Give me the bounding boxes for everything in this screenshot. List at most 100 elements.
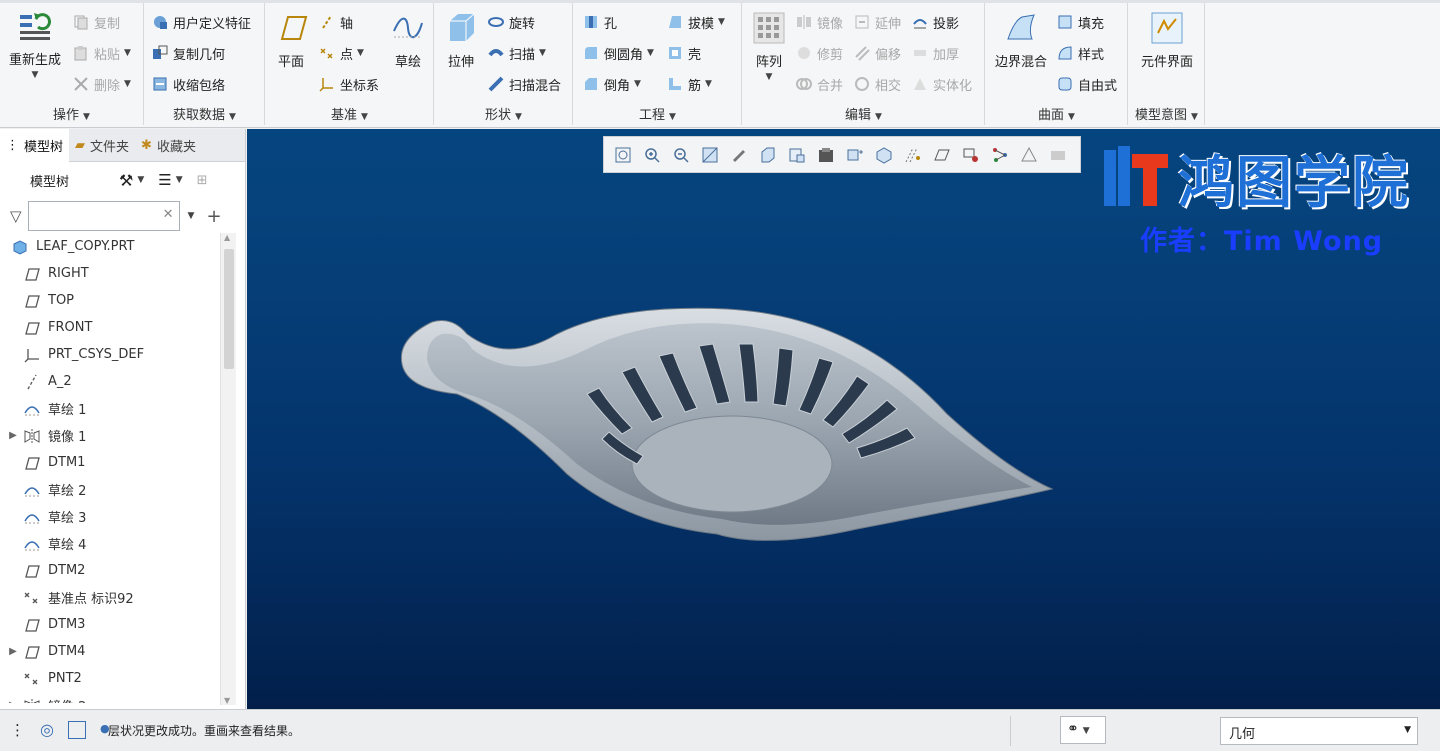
component-interface-button[interactable]: 元件界面	[1131, 11, 1203, 70]
tree-node[interactable]: 草绘 2	[0, 476, 232, 503]
display-style-icon[interactable]	[726, 142, 752, 168]
browser-toggle-icon[interactable]: ◎	[40, 720, 54, 739]
annotation-display-icon[interactable]	[871, 142, 897, 168]
tree-node[interactable]: 基准点 标识92	[0, 584, 232, 611]
view-manager-icon[interactable]	[784, 142, 810, 168]
tree-node[interactable]: ▶ 镜像 2	[0, 692, 232, 703]
chevron-down-icon[interactable]: ▼	[176, 175, 183, 185]
delete-button[interactable]: 删除 ▼	[72, 73, 131, 95]
chevron-down-icon[interactable]: ▼	[188, 211, 195, 221]
zoom-out-icon[interactable]	[668, 142, 694, 168]
tab-model-tree[interactable]: ⋮ 模型树	[0, 129, 70, 162]
navigator-toggle-icon[interactable]: ⋮	[10, 721, 25, 739]
selection-filter-select[interactable]: 几何 ▼	[1220, 717, 1418, 745]
mirror-button[interactable]: 镜像	[795, 11, 843, 33]
tree-node[interactable]: A_2	[0, 368, 232, 395]
leaf-model[interactable]	[387, 304, 1087, 564]
group-label-model-intent[interactable]: 模型意图 ▼	[1129, 104, 1204, 123]
chamfer-button[interactable]: 倒角 ▼	[582, 73, 641, 95]
hole-button[interactable]: 孔	[582, 11, 617, 33]
expand-arrow-icon[interactable]: ▶	[4, 700, 22, 703]
group-label-surfaces[interactable]: 曲面 ▼	[986, 104, 1127, 123]
csys-button[interactable]: 坐标系	[318, 73, 379, 95]
rib-button[interactable]: 筋 ▼	[666, 73, 712, 95]
csys-display-icon[interactable]	[987, 142, 1013, 168]
full-screen-icon[interactable]	[68, 721, 86, 739]
plane-display-icon[interactable]	[900, 142, 926, 168]
add-icon[interactable]: +	[206, 206, 221, 227]
datum-display-filter-icon[interactable]	[1016, 142, 1042, 168]
point-display-icon[interactable]	[958, 142, 984, 168]
tree-search-input[interactable]: ✕	[27, 201, 180, 231]
tree-node[interactable]: FRONT	[0, 314, 232, 341]
tree-node[interactable]: LEAF_COPY.PRT	[0, 233, 232, 260]
trim-button[interactable]: 修剪	[795, 42, 843, 64]
offset-button[interactable]: 偏移	[853, 42, 901, 64]
udf-button[interactable]: 用户定义特征	[151, 11, 251, 33]
scroll-thumb[interactable]	[224, 249, 234, 369]
revolve-button[interactable]: 旋转	[487, 11, 535, 33]
datum-axis-button[interactable]: 轴	[318, 11, 353, 33]
pattern-button[interactable]: 阵列 ▼	[749, 11, 789, 82]
group-label-editing[interactable]: 编辑 ▼	[743, 104, 984, 123]
shell-button[interactable]: 壳	[666, 42, 701, 64]
perspective-icon[interactable]	[813, 142, 839, 168]
style-button[interactable]: 样式	[1056, 42, 1104, 64]
group-label-engineering[interactable]: 工程 ▼	[574, 104, 741, 123]
tree-node[interactable]: ▶ DTM4	[0, 638, 232, 665]
round-button[interactable]: 倒圆角 ▼	[582, 42, 654, 64]
clear-icon[interactable]: ✕	[163, 207, 174, 222]
fill-button[interactable]: 填充	[1056, 11, 1104, 33]
refit-icon[interactable]	[610, 142, 636, 168]
tree-node[interactable]: ▶ 镜像 1	[0, 422, 232, 449]
copy-geometry-button[interactable]: 复制几何	[151, 42, 225, 64]
tree-node[interactable]: TOP	[0, 287, 232, 314]
sweep-button[interactable]: 扫描 ▼	[487, 42, 546, 64]
intersect-button[interactable]: 相交	[853, 73, 901, 95]
swept-blend-button[interactable]: 扫描混合	[487, 73, 561, 95]
tree-filter-toggle-icon[interactable]: ⊞	[197, 173, 208, 188]
tree-node[interactable]: 草绘 4	[0, 530, 232, 557]
repaint-icon[interactable]	[697, 142, 723, 168]
tree-search-field[interactable]	[28, 202, 159, 228]
thicken-button[interactable]: 加厚	[911, 42, 959, 64]
spin-center-icon[interactable]	[842, 142, 868, 168]
datum-plane-button[interactable]: 平面	[272, 11, 310, 70]
axis-display-icon[interactable]	[929, 142, 955, 168]
group-label-datum[interactable]: 基准 ▼	[266, 104, 433, 123]
group-label-operations[interactable]: 操作 ▼	[0, 104, 143, 123]
tree-node[interactable]: DTM3	[0, 611, 232, 638]
copy-button[interactable]: 复制	[72, 11, 120, 33]
zoom-in-icon[interactable]	[639, 142, 665, 168]
tree-node[interactable]: 草绘 1	[0, 395, 232, 422]
shrinkwrap-button[interactable]: 收缩包络	[151, 73, 225, 95]
group-label-shapes[interactable]: 形状 ▼	[435, 104, 572, 123]
draft-button[interactable]: 拔模 ▼	[666, 11, 725, 33]
scroll-up-icon[interactable]: ▲	[224, 233, 230, 242]
freestyle-button[interactable]: 自由式	[1056, 73, 1117, 95]
merge-button[interactable]: 合并	[795, 73, 843, 95]
expand-arrow-icon[interactable]: ▶	[4, 646, 22, 657]
paste-button[interactable]: 粘贴 ▼	[72, 42, 131, 64]
scroll-down-icon[interactable]: ▼	[224, 696, 230, 705]
group-label-get-data[interactable]: 获取数据 ▼	[145, 104, 264, 123]
boundary-blend-button[interactable]: 边界混合	[990, 11, 1052, 70]
settings-tools-icon[interactable]: ⚒	[119, 171, 133, 190]
find-button[interactable]: ⚭ ▼	[1060, 716, 1106, 744]
extend-button[interactable]: 延伸	[853, 11, 901, 33]
solidify-button[interactable]: 实体化	[911, 73, 972, 95]
expand-arrow-icon[interactable]: ▶	[4, 430, 22, 441]
regenerate-button[interactable]: 重新生成 ▼	[4, 9, 66, 80]
tree-node[interactable]: DTM1	[0, 449, 232, 476]
tree-node[interactable]: 草绘 3	[0, 503, 232, 530]
sketch-button[interactable]: 草绘	[388, 11, 428, 70]
tab-favorites[interactable]: ✱ 收藏夹	[135, 129, 202, 162]
tree-node[interactable]: RIGHT	[0, 260, 232, 287]
project-button[interactable]: 投影	[911, 11, 959, 33]
datum-point-button[interactable]: 点 ▼	[318, 42, 364, 64]
tree-scrollbar[interactable]: ▲ ▼	[220, 233, 236, 705]
saved-orientations-icon[interactable]	[755, 142, 781, 168]
extrude-button[interactable]: 拉伸	[441, 11, 481, 70]
tree-node[interactable]: PRT_CSYS_DEF	[0, 341, 232, 368]
tab-folder-browser[interactable]: ▰ 文件夹	[69, 129, 135, 162]
